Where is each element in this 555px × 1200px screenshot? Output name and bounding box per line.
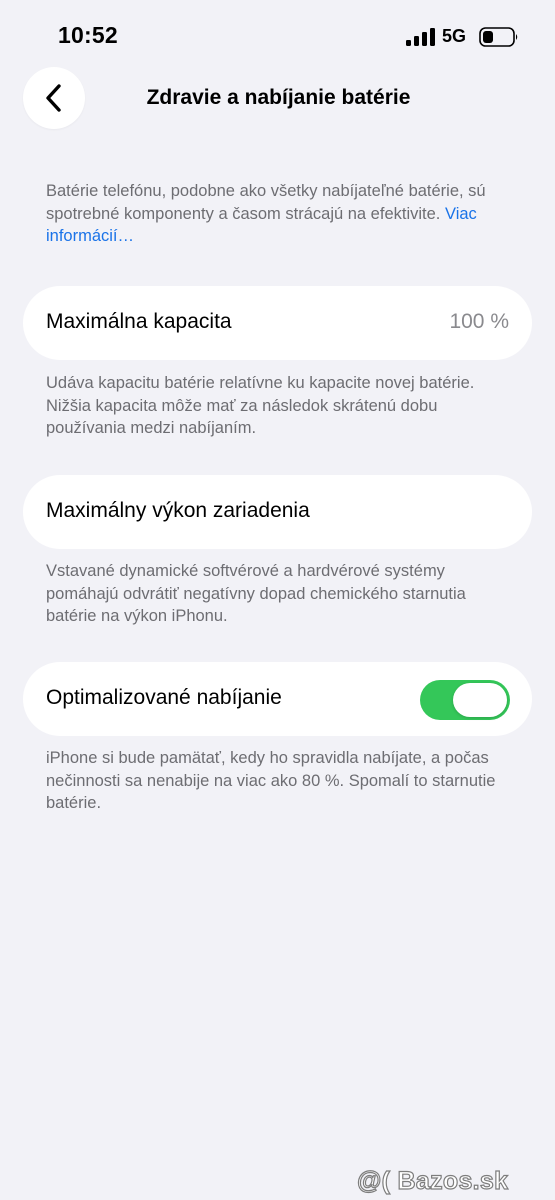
watermark-text: @( Bazos.sk [356,1166,509,1195]
optimized-charging-toggle[interactable] [420,680,510,720]
status-bar: 10:52 5G [0,0,555,70]
toggle-knob [453,683,507,717]
battery-low-icon [479,27,518,47]
optimized-charging-label: Optimalizované nabíjanie [46,686,282,709]
max-capacity-label: Maximálna kapacita [46,310,232,333]
peak-performance-footnote: Vstavané dynamické softvérové a hardvéro… [46,562,466,625]
bazos-watermark: @( Bazos.sk [356,1166,509,1196]
optimized-charging-footnote: iPhone si bude pamätať, kedy ho spravidl… [46,749,496,812]
max-capacity-footnote: Udáva kapacitu batérie relatívne ku kapa… [46,374,475,437]
status-time: 10:52 [58,22,118,48]
intro-footnote: Batérie telefónu, podobne ako všetky nab… [46,180,516,248]
cellular-signal-icon [406,28,435,46]
intro-text: Batérie telefónu, podobne ako všetky nab… [46,182,486,223]
page-title: Zdravie a nabíjanie batérie [146,86,411,109]
max-capacity-row: Maximálna kapacita 100 % [23,286,532,360]
max-capacity-value: 100 % [449,310,509,333]
network-type: 5G [442,26,467,46]
peak-performance-label: Maximálny výkon zariadenia [46,499,310,522]
peak-performance-row: Maximálny výkon zariadenia [23,475,532,549]
optimized-charging-row: Optimalizované nabíjanie [23,662,532,736]
